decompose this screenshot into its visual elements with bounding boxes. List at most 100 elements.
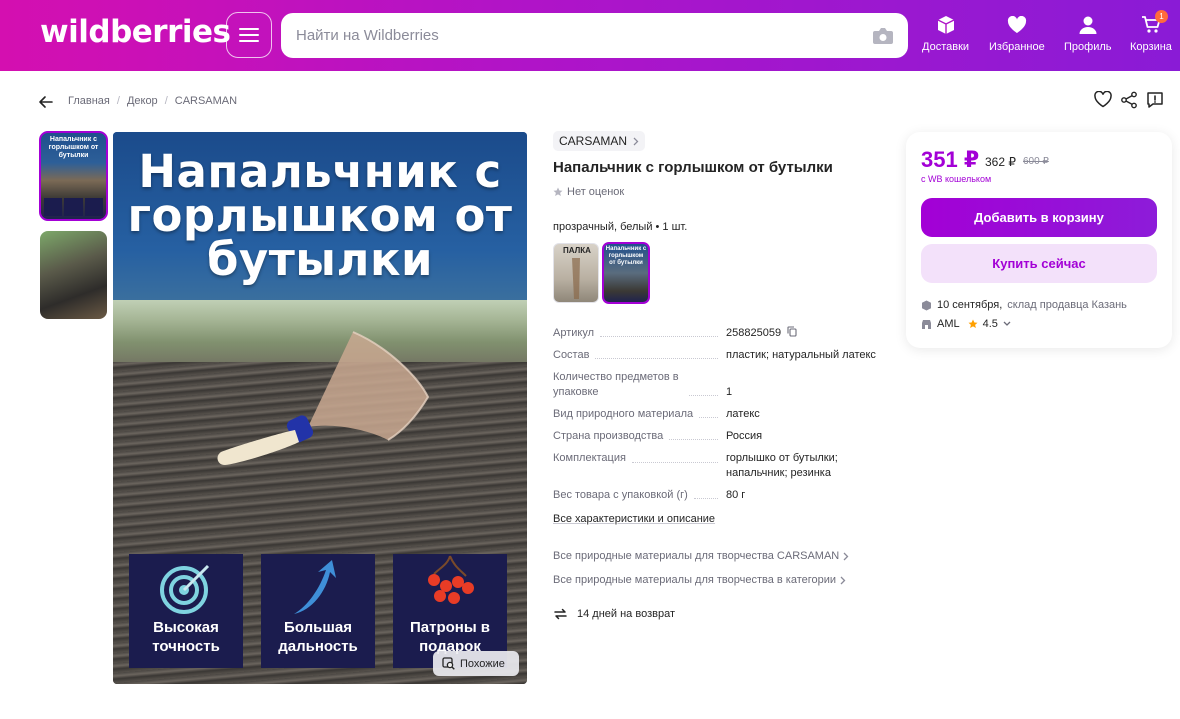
- feature-card-accuracy: Высокая точность: [129, 554, 243, 668]
- target-icon: [160, 564, 210, 614]
- variant-swatch-selected[interactable]: Напальчник с горлышком от бутылки: [602, 242, 650, 304]
- heart-icon: [1006, 14, 1028, 36]
- menu-button[interactable]: [226, 12, 272, 58]
- thumbnail-feature-cards: [44, 198, 103, 216]
- variant-text: прозрачный, белый • 1 шт.: [553, 221, 688, 233]
- chevron-right-icon: [843, 552, 849, 560]
- more-materials-brand-link[interactable]: Все природные материалы для творчества C…: [553, 550, 849, 562]
- nav-deliveries[interactable]: Доставки: [922, 14, 969, 53]
- buy-card: 351 ₽ 362 ₽ 600 ₽ с WB кошельком Добавит…: [906, 132, 1172, 348]
- spec-key: Артикул: [553, 327, 595, 339]
- rating[interactable]: Нет оценок: [553, 186, 624, 198]
- similar-label: Похожие: [460, 657, 505, 670]
- delivery-date: 10 сентября,: [937, 299, 1003, 311]
- box-icon: [935, 14, 957, 36]
- chevron-down-icon[interactable]: [1003, 321, 1011, 327]
- main-product-image[interactable]: Напальчник с горлышком от бутылки Высока…: [113, 132, 527, 684]
- product-photo: [217, 331, 430, 465]
- spec-key: Состав: [553, 349, 590, 361]
- link-label: Все природные материалы для творчества C…: [553, 550, 840, 562]
- gallery-thumbnail[interactable]: Напальчник с горлышком от бутылки: [39, 131, 108, 221]
- chevron-right-icon: [840, 576, 846, 584]
- nav-label: Корзина: [1130, 41, 1172, 53]
- spec-row: Страна производства Россия: [553, 429, 883, 444]
- brand-link[interactable]: CARSAMAN: [553, 131, 646, 151]
- nav-profile[interactable]: Профиль: [1064, 14, 1112, 53]
- feature-label: Высокая точность: [152, 619, 220, 655]
- spec-row: Количество предметов в упаковке 1: [553, 370, 883, 400]
- copy-icon[interactable]: [787, 326, 797, 337]
- spec-row: Комплектация горлышко от бутылки; напаль…: [553, 451, 883, 481]
- add-to-cart-button[interactable]: Добавить в корзину: [921, 198, 1157, 237]
- user-icon: [1077, 14, 1099, 36]
- product-title: Напальчник с горлышком от бутылки: [553, 159, 833, 176]
- breadcrumb-item[interactable]: Главная: [68, 95, 110, 107]
- similar-button[interactable]: Похожие: [433, 651, 519, 676]
- nav-favorites[interactable]: Избранное: [989, 14, 1045, 53]
- returns-info: 14 дней на возврат: [553, 607, 675, 621]
- back-arrow-icon[interactable]: [38, 94, 54, 110]
- report-icon[interactable]: [1146, 91, 1164, 109]
- breadcrumb-separator: /: [164, 95, 168, 107]
- feature-card-range: Большая дальность: [261, 554, 375, 668]
- spec-row: Вес товара с упаковкой (г) 80 г: [553, 488, 883, 503]
- link-label: Все природные материалы для творчества в…: [553, 574, 837, 586]
- seller-rating: 4.5: [982, 318, 998, 330]
- spec-key: Количество предметов в упаковке: [553, 371, 679, 398]
- nav-cart[interactable]: 1 Корзина: [1130, 10, 1172, 53]
- cart-badge: 1: [1154, 10, 1168, 23]
- spec-value: горлышко от бутылки; напальчник; резинка: [726, 452, 838, 479]
- search-box: [281, 13, 908, 58]
- variant-swatch[interactable]: ПАЛКА: [553, 243, 599, 303]
- arrow-up-icon: [294, 560, 336, 614]
- seller-info[interactable]: AML 4.5: [921, 318, 1011, 330]
- delivery-place: склад продавца Казань: [1007, 299, 1127, 311]
- more-materials-category-link[interactable]: Все природные материалы для творчества в…: [553, 574, 846, 586]
- article-number: 258825059: [726, 327, 782, 339]
- image-title: Напальчник с горлышком от бутылки: [127, 145, 513, 286]
- spec-value: 258825059: [726, 326, 883, 341]
- search-input[interactable]: [281, 13, 908, 58]
- breadcrumb-item[interactable]: CARSAMAN: [175, 95, 237, 107]
- nav-label: Профиль: [1064, 41, 1112, 53]
- spec-value: 1: [726, 386, 733, 398]
- all-specs-link[interactable]: Все характеристики и описание: [553, 513, 715, 525]
- thumbnail-title: Напальчник с горлышком от бутылки: [48, 136, 99, 159]
- breadcrumb-separator: /: [116, 95, 120, 107]
- buy-now-button[interactable]: Купить сейчас: [921, 244, 1157, 283]
- box-icon: [922, 300, 931, 310]
- spec-value: Россия: [726, 430, 763, 442]
- brand-name: CARSAMAN: [559, 134, 628, 148]
- cart-icon: 1: [1140, 10, 1168, 36]
- seller-name: AML: [937, 318, 960, 330]
- specs-table: Артикул 258825059 Состав пластик; натура…: [553, 326, 883, 510]
- nav-label: Избранное: [989, 41, 1045, 53]
- header: wildberries Доставки Избранное Профиль 1…: [0, 0, 1180, 71]
- spec-row: Вид природного материала латекс: [553, 407, 883, 422]
- spec-key: Вес товара с упаковкой (г): [553, 489, 688, 501]
- rating-text: Нет оценок: [567, 186, 625, 198]
- return-arrows-icon: [554, 608, 567, 620]
- delivery-info: 10 сентября, склад продавца Казань: [921, 299, 1127, 311]
- chevron-right-icon: [633, 137, 639, 145]
- favorite-icon[interactable]: [1094, 91, 1112, 109]
- price-current: 351 ₽: [921, 147, 980, 172]
- shop-icon: [922, 319, 931, 329]
- logo[interactable]: wildberries: [40, 14, 231, 50]
- price-old: 600 ₽: [1023, 156, 1049, 167]
- share-icon[interactable]: [1120, 91, 1138, 109]
- similar-icon: [442, 657, 455, 670]
- spec-key: Комплектация: [553, 452, 626, 464]
- swatch-label: Напальчник с горлышком от бутылки: [605, 246, 647, 266]
- spec-value: пластик; натуральный латекс: [726, 349, 876, 361]
- camera-icon[interactable]: [872, 26, 894, 46]
- hamburger-icon: [239, 28, 259, 42]
- gallery-thumbnail[interactable]: [40, 231, 107, 319]
- wallet-note[interactable]: с WB кошельком: [921, 174, 991, 184]
- breadcrumb-item[interactable]: Декор: [127, 95, 158, 107]
- spec-value: 80 г: [726, 489, 746, 501]
- star-icon: [553, 187, 563, 196]
- berries-icon: [428, 555, 474, 604]
- spec-key: Страна производства: [553, 430, 664, 442]
- price-without-wallet: 362 ₽: [985, 155, 1016, 169]
